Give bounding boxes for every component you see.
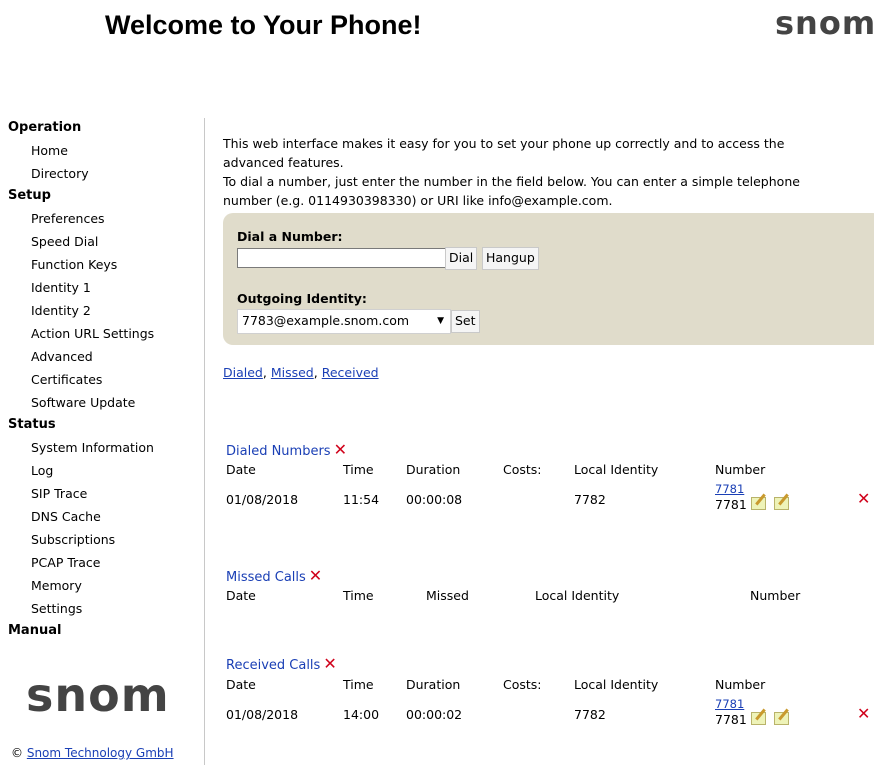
sidebar-item-identity-1[interactable]: Identity 1: [8, 277, 203, 300]
dialed-header-duration: Duration: [406, 462, 461, 477]
intro-paragraph-1: This web interface makes it easy for you…: [223, 136, 785, 170]
sidebar-heading-setup: Setup: [8, 188, 51, 203]
chevron-down-icon: ▼: [437, 316, 444, 326]
received-header-duration: Duration: [406, 677, 461, 692]
sidebar-item-function-keys[interactable]: Function Keys: [8, 254, 203, 277]
sidebar-item-directory[interactable]: Directory: [8, 163, 203, 186]
delete-dialed-entry-icon[interactable]: ✕: [857, 489, 870, 508]
sidebar-item-pcap-trace[interactable]: PCAP Trace: [8, 552, 203, 575]
delete-received-entry-icon[interactable]: ✕: [857, 704, 870, 723]
snom-logo-sidebar: snom: [26, 668, 170, 722]
missed-calls-title: Missed Calls ✕: [226, 566, 322, 585]
missed-header-local-identity: Local Identity: [535, 588, 620, 603]
received-row-local-identity: 7782: [574, 707, 606, 722]
dialed-row-local-identity: 7782: [574, 492, 606, 507]
sidebar-item-preferences[interactable]: Preferences: [8, 208, 203, 231]
outgoing-identity-label: Outgoing Identity:: [237, 291, 367, 306]
dialed-number-cell: 7781: [715, 497, 789, 512]
dialed-numbers-title: Dialed Numbers ✕: [226, 440, 347, 459]
copyright: © Snom Technology GmbH: [11, 746, 174, 760]
sidebar-item-home[interactable]: Home: [8, 140, 203, 163]
received-header-local-identity: Local Identity: [574, 677, 659, 692]
outgoing-identity-value: 7783@example.snom.com: [242, 313, 410, 328]
dialed-header-number: Number: [715, 462, 766, 477]
received-calls-heading: Received Calls: [226, 658, 321, 673]
dial-number-input[interactable]: [237, 248, 447, 268]
sidebar-item-settings[interactable]: Settings: [8, 598, 203, 621]
edit-pencil-icon[interactable]: [750, 712, 766, 725]
sidebar-item-subscriptions[interactable]: Subscriptions: [8, 529, 203, 552]
received-header-costs: Costs:: [503, 677, 542, 692]
page-title: Welcome to Your Phone!: [105, 10, 422, 40]
set-identity-button[interactable]: Set: [451, 310, 480, 333]
dialed-header-date: Date: [226, 462, 256, 477]
missed-header-missed: Missed: [426, 588, 469, 603]
received-row-time: 14:00: [343, 707, 380, 722]
dialed-row-time: 11:54: [343, 492, 380, 507]
link-separator: ,: [262, 365, 267, 380]
link-separator: ,: [313, 365, 318, 380]
sidebar-item-system-information[interactable]: System Information: [8, 437, 203, 460]
edit-pencil-icon[interactable]: [773, 497, 789, 510]
missed-header-time: Time: [343, 588, 374, 603]
sidebar-item-identity-2[interactable]: Identity 2: [8, 300, 203, 323]
sidebar-divider: [204, 118, 205, 765]
received-link[interactable]: Received: [322, 365, 379, 380]
received-number-link[interactable]: 7781: [715, 697, 744, 711]
sidebar-item-certificates[interactable]: Certificates: [8, 369, 203, 392]
sidebar-item-action-url-settings[interactable]: Action URL Settings: [8, 323, 203, 346]
sidebar-item-software-update[interactable]: Software Update: [8, 392, 203, 415]
intro-paragraph-2: To dial a number, just enter the number …: [223, 174, 800, 208]
intro-text: This web interface makes it easy for you…: [223, 134, 843, 210]
dial-panel: Dial a Number: Dial Hangup Outgoing Iden…: [223, 213, 874, 345]
edit-pencil-icon[interactable]: [773, 712, 789, 725]
copyright-symbol: ©: [11, 746, 23, 760]
received-calls-title: Received Calls ✕: [226, 654, 337, 673]
sidebar-heading-operation: Operation: [8, 120, 82, 135]
received-row-duration: 00:00:02: [406, 707, 463, 722]
sidebar-item-manual[interactable]: Manual: [8, 621, 203, 643]
received-number-cell: 7781: [715, 712, 789, 727]
sidebar-item-log[interactable]: Log: [8, 460, 203, 483]
company-link[interactable]: Snom Technology GmbH: [27, 746, 174, 760]
sidebar-item-advanced[interactable]: Advanced: [8, 346, 203, 369]
sidebar-item-speed-dial[interactable]: Speed Dial: [8, 231, 203, 254]
received-header-number: Number: [715, 677, 766, 692]
missed-header-date: Date: [226, 588, 256, 603]
outgoing-identity-select[interactable]: 7783@example.snom.com ▼: [237, 309, 451, 334]
dialed-number-link[interactable]: 7781: [715, 482, 744, 496]
received-header-time: Time: [343, 677, 374, 692]
dialed-row-date: 01/08/2018: [226, 492, 299, 507]
dialed-row-duration: 00:00:08: [406, 492, 463, 507]
dial-label: Dial a Number:: [237, 229, 343, 244]
missed-calls-heading: Missed Calls: [226, 570, 306, 585]
received-row-date: 01/08/2018: [226, 707, 299, 722]
clear-received-icon[interactable]: ✕: [323, 654, 336, 673]
edit-pencil-icon[interactable]: [750, 497, 766, 510]
missed-link[interactable]: Missed: [271, 365, 314, 380]
sidebar-heading-status: Status: [8, 417, 56, 432]
sidebar-nav: Operation Home Directory Setup Preferenc…: [8, 118, 203, 643]
dial-button[interactable]: Dial: [445, 247, 478, 270]
received-number-text: 7781: [715, 712, 747, 727]
dialed-number-text: 7781: [715, 497, 747, 512]
received-header-date: Date: [226, 677, 256, 692]
dialed-header-local-identity: Local Identity: [574, 462, 659, 477]
dialed-link[interactable]: Dialed: [223, 365, 263, 380]
missed-header-number: Number: [750, 588, 801, 603]
call-list-links: Dialed, Missed, Received: [223, 365, 379, 380]
sidebar-item-sip-trace[interactable]: SIP Trace: [8, 483, 203, 506]
dialed-header-costs: Costs:: [503, 462, 542, 477]
sidebar-item-memory[interactable]: Memory: [8, 575, 203, 598]
sidebar-item-dns-cache[interactable]: DNS Cache: [8, 506, 203, 529]
clear-missed-icon[interactable]: ✕: [309, 566, 322, 585]
dialed-numbers-heading: Dialed Numbers: [226, 444, 331, 459]
clear-dialed-icon[interactable]: ✕: [334, 440, 347, 459]
dialed-header-time: Time: [343, 462, 374, 477]
hangup-button[interactable]: Hangup: [482, 247, 539, 270]
snom-logo-header: snom: [775, 4, 874, 42]
